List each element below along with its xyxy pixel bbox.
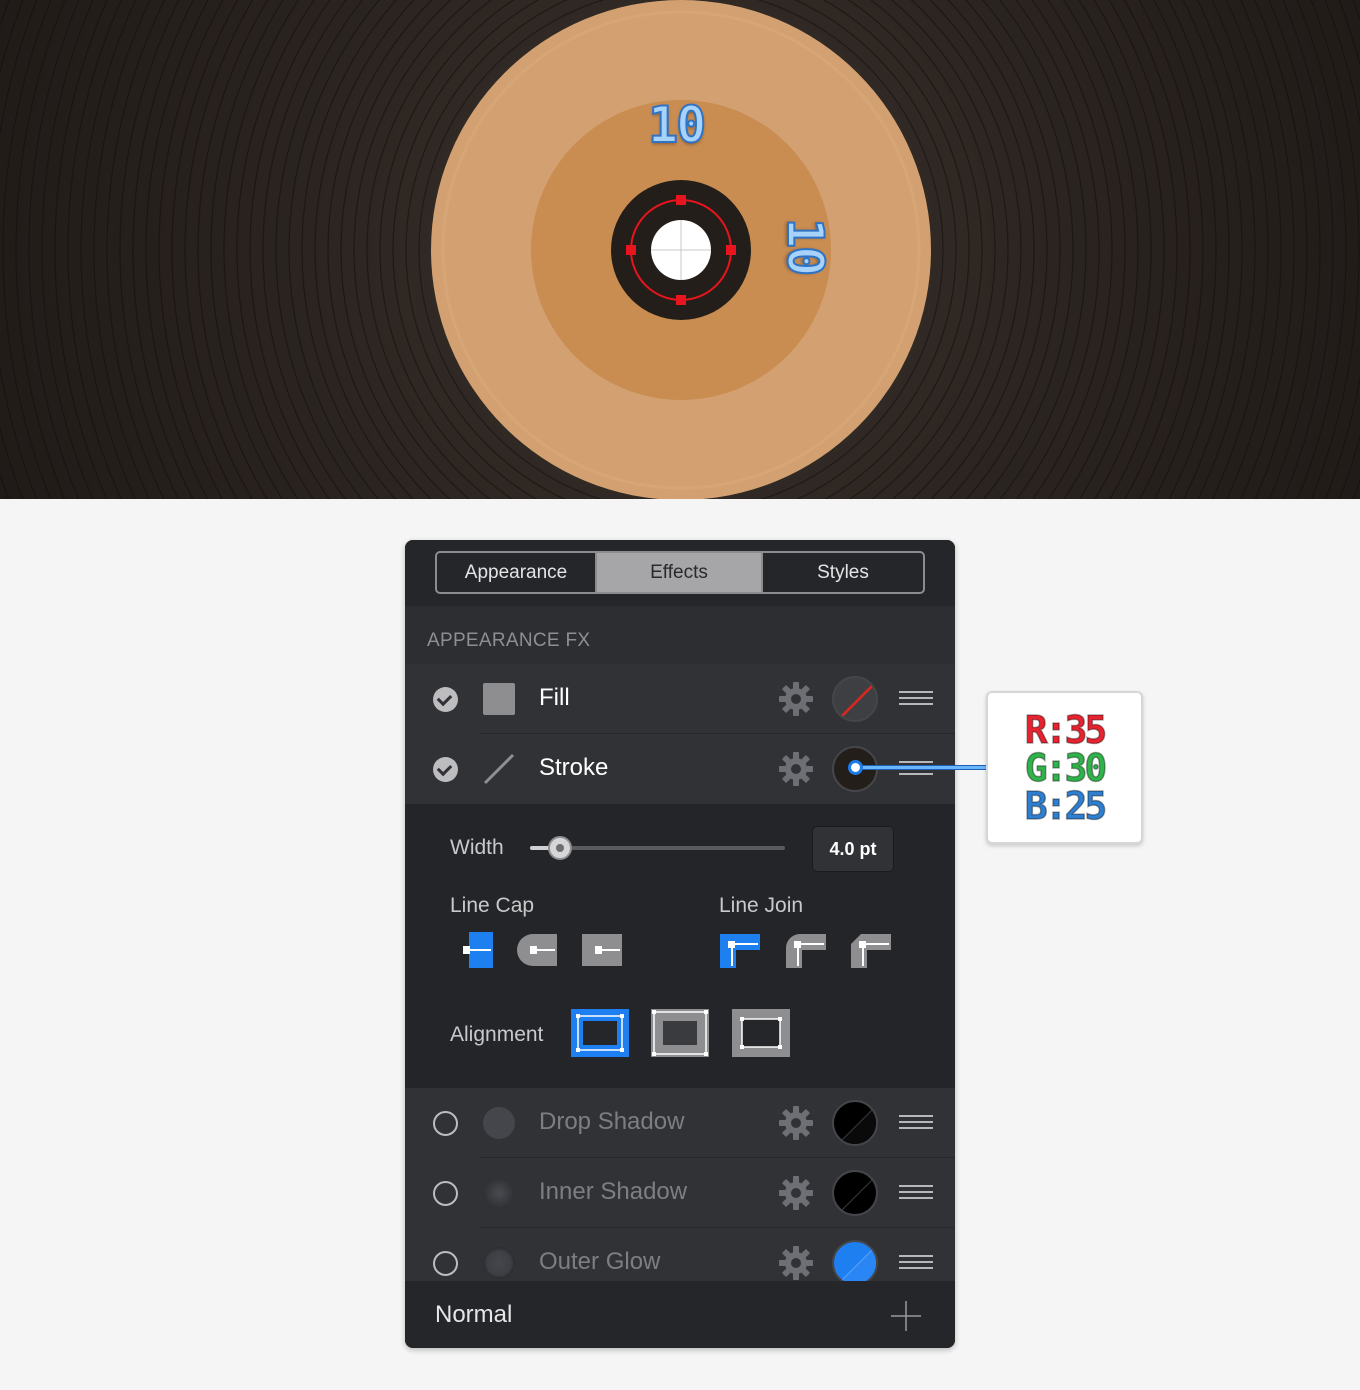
width-label: Width [450,836,504,859]
tab-effects[interactable]: Effects [597,553,763,592]
blend-mode-select[interactable]: Normal [435,1301,512,1329]
inner-shadow-color-swatch[interactable] [832,1170,878,1216]
fill-color-swatch[interactable] [832,676,878,722]
gear-icon[interactable] [779,752,813,786]
section-title: APPEARANCE FX [405,606,955,664]
fx-label-drop-shadow: Drop Shadow [539,1108,685,1135]
anchor-point [626,245,636,255]
anchor-point [676,295,686,305]
join-round-icon[interactable] [786,934,826,968]
checkbox-empty-icon[interactable] [433,1251,458,1276]
vinyl-illustration [0,0,1360,499]
fx-label-inner-shadow: Inner Shadow [539,1178,688,1205]
width-slider-knob[interactable] [548,836,572,860]
fill-square-icon [483,683,515,715]
shadow-dot-icon [483,1107,515,1139]
line-cap-label: Line Cap [450,894,535,917]
align-inside-icon[interactable] [571,1009,629,1057]
panel-footer: Normal [405,1281,955,1348]
fx-row-fill[interactable]: Fill [405,664,955,734]
fx-label-fill: Fill [539,684,570,711]
align-center-icon[interactable] [651,1009,709,1057]
line-join-label: Line Join [719,894,804,917]
align-outside-icon[interactable] [732,1009,790,1057]
callout-connector [855,765,988,770]
gear-icon[interactable] [779,682,813,716]
glow-dot-icon [483,1247,515,1279]
drag-handle-icon[interactable] [899,691,933,707]
anchor-point [676,195,686,205]
fx-row-drop-shadow[interactable]: Drop Shadow [405,1088,955,1158]
join-miter-icon[interactable] [720,934,760,968]
tab-bar: Appearance Effects Styles [405,540,955,606]
anchor-point [726,245,736,255]
red-value: R:35 [1024,707,1108,752]
cap-square-icon[interactable] [582,934,622,966]
alignment-label: Alignment [450,1023,544,1046]
dimension-label-top: 10 [647,95,707,155]
width-value-field[interactable]: 4.0 pt [812,826,894,872]
dimension-label-right: 10 [775,217,835,275]
color-value-callout: R:35 G:30 B:25 [986,691,1143,844]
cap-round-icon[interactable] [517,934,557,966]
drag-handle-icon[interactable] [899,1255,933,1271]
drag-handle-icon[interactable] [899,1185,933,1201]
gear-icon[interactable] [779,1176,813,1210]
plus-icon[interactable] [889,1299,923,1333]
join-bevel-icon[interactable] [851,934,891,968]
checkbox-empty-icon[interactable] [433,1111,458,1136]
gear-icon[interactable] [779,1106,813,1140]
checkbox-empty-icon[interactable] [433,1181,458,1206]
blue-value: B:25 [1024,783,1108,828]
fx-row-inner-shadow[interactable]: Inner Shadow [405,1158,955,1228]
checkmark-icon[interactable] [433,687,458,712]
appearance-panel: Appearance Effects Styles APPEARANCE FX … [405,540,955,1348]
tab-styles[interactable]: Styles [763,553,923,592]
shadow-dot-icon [483,1177,515,1209]
fx-label-outer-glow: Outer Glow [539,1248,661,1275]
checkmark-icon[interactable] [433,757,458,782]
drop-shadow-color-swatch[interactable] [832,1100,878,1146]
green-value: G:30 [1024,745,1108,790]
tab-appearance[interactable]: Appearance [437,553,597,592]
segmented-control: Appearance Effects Styles [435,551,925,594]
stroke-options: Width 4.0 pt Line Cap Line Join Alignmen… [405,804,955,1088]
gear-icon[interactable] [779,1246,813,1280]
drag-handle-icon[interactable] [899,1115,933,1131]
callout-dot [848,760,863,775]
artboard-canvas: 10 10 [0,0,1360,499]
outer-glow-color-swatch[interactable] [832,1240,878,1286]
fx-label-stroke: Stroke [539,754,609,781]
stroke-line-icon [483,753,515,785]
cap-butt-icon[interactable] [463,932,493,968]
